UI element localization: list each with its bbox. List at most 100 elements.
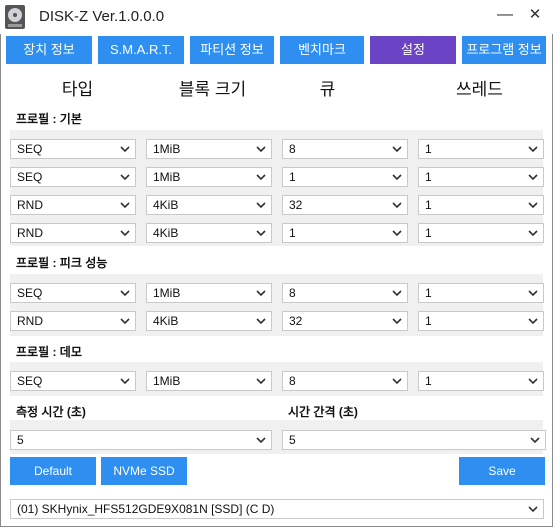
queue-select[interactable]: 8 <box>282 139 408 159</box>
chevron-down-icon <box>120 378 130 385</box>
select-value: (01) SKHynix_HFS512GDE9X081N [SSD] (C D) <box>17 502 275 516</box>
default-button[interactable]: Default <box>10 457 96 485</box>
chevron-down-icon <box>528 290 538 297</box>
select-value: 1 <box>425 170 432 184</box>
select-value: 1MiB <box>153 374 181 388</box>
type-select[interactable]: SEQ <box>10 167 136 187</box>
select-value: 5 <box>17 433 24 447</box>
select-value: RND <box>17 226 43 240</box>
chevron-down-icon <box>392 230 402 237</box>
select-value: 1 <box>425 374 432 388</box>
block-size-select[interactable]: 1MiB <box>146 283 272 303</box>
select-value: RND <box>17 198 43 212</box>
select-value: 8 <box>289 142 296 156</box>
chevron-down-icon <box>392 318 402 325</box>
queue-select[interactable]: 1 <box>282 167 408 187</box>
measure-time-select[interactable]: 5 <box>10 430 272 450</box>
disk-icon <box>5 5 25 29</box>
block-size-select[interactable]: 4KiB <box>146 223 272 243</box>
type-select[interactable]: SEQ <box>10 283 136 303</box>
chevron-down-icon <box>528 202 538 209</box>
profile-section-demo: 프로필 : 데모 <box>10 340 543 362</box>
profile-label: 프로필 : 데모 <box>16 345 82 359</box>
queue-select[interactable]: 32 <box>282 195 408 215</box>
block-size-select[interactable]: 4KiB <box>146 195 272 215</box>
chevron-down-icon <box>120 318 130 325</box>
chevron-down-icon <box>256 230 266 237</box>
chevron-down-icon <box>256 378 266 385</box>
tab-smart[interactable]: S.M.A.R.T. <box>98 36 184 64</box>
chevron-down-icon <box>528 378 538 385</box>
thread-select[interactable]: 1 <box>418 223 544 243</box>
chevron-down-icon <box>120 290 130 297</box>
select-value: 8 <box>289 374 296 388</box>
tab-settings[interactable]: 설정 <box>370 36 456 64</box>
tab-partition[interactable]: 파티션 정보 <box>190 36 274 64</box>
select-value: 1 <box>425 142 432 156</box>
select-value: 1 <box>289 170 296 184</box>
title-bar: DISK-Z Ver.1.0.0.0 — ✕ <box>0 0 553 34</box>
select-value: SEQ <box>17 142 43 156</box>
block-size-select[interactable]: 1MiB <box>146 371 272 391</box>
select-value: 32 <box>289 198 303 212</box>
queue-select[interactable]: 32 <box>282 311 408 331</box>
nvme-ssd-button[interactable]: NVMe SSD <box>101 457 187 485</box>
chevron-down-icon <box>528 230 538 237</box>
select-value: 1 <box>425 198 432 212</box>
thread-select[interactable]: 1 <box>418 371 544 391</box>
chevron-down-icon <box>256 202 266 209</box>
type-select[interactable]: SEQ <box>10 139 136 159</box>
tab-benchmark[interactable]: 벤치마크 <box>280 36 364 64</box>
queue-select[interactable]: 1 <box>282 223 408 243</box>
type-select[interactable]: RND <box>10 223 136 243</box>
window-title: DISK-Z Ver.1.0.0.0 <box>39 8 165 25</box>
type-select[interactable]: RND <box>10 311 136 331</box>
tab-bar: 장치 정보 S.M.A.R.T. 파티션 정보 벤치마크 설정 프로그램 정보 <box>0 36 553 66</box>
select-value: 5 <box>289 433 296 447</box>
tab-program-info[interactable]: 프로그램 정보 <box>462 36 546 64</box>
type-select[interactable]: SEQ <box>10 371 136 391</box>
queue-select[interactable]: 8 <box>282 283 408 303</box>
select-value: 1MiB <box>153 170 181 184</box>
select-value: 1MiB <box>153 142 181 156</box>
chevron-down-icon <box>530 437 540 444</box>
thread-select[interactable]: 1 <box>418 311 544 331</box>
chevron-down-icon <box>528 506 538 513</box>
chevron-down-icon <box>120 174 130 181</box>
chevron-down-icon <box>528 146 538 153</box>
chevron-down-icon <box>256 146 266 153</box>
select-value: 8 <box>289 286 296 300</box>
chevron-down-icon <box>392 290 402 297</box>
interval-time-select[interactable]: 5 <box>282 430 546 450</box>
type-select[interactable]: RND <box>10 195 136 215</box>
save-button[interactable]: Save <box>459 457 545 485</box>
chevron-down-icon <box>528 174 538 181</box>
chevron-down-icon <box>120 202 130 209</box>
select-value: 1 <box>425 314 432 328</box>
chevron-down-icon <box>256 437 266 444</box>
profile-label: 프로필 : 기본 <box>16 112 82 126</box>
select-value: 4KiB <box>153 226 179 240</box>
thread-select[interactable]: 1 <box>418 195 544 215</box>
thread-select[interactable]: 1 <box>418 139 544 159</box>
block-size-select[interactable]: 1MiB <box>146 139 272 159</box>
tab-device-info[interactable]: 장치 정보 <box>6 36 92 64</box>
block-size-select[interactable]: 4KiB <box>146 311 272 331</box>
profile-section-basic: 프로필 : 기본 <box>10 107 543 129</box>
column-header-queue: 큐 <box>319 80 336 99</box>
interval-time-label: 시간 간격 (초) <box>288 405 358 419</box>
measure-time-label: 측정 시간 (초) <box>16 405 86 419</box>
thread-select[interactable]: 1 <box>418 167 544 187</box>
chevron-down-icon <box>392 146 402 153</box>
queue-select[interactable]: 8 <box>282 371 408 391</box>
block-size-select[interactable]: 1MiB <box>146 167 272 187</box>
thread-select[interactable]: 1 <box>418 283 544 303</box>
select-value: 1 <box>289 226 296 240</box>
drive-select[interactable]: (01) SKHynix_HFS512GDE9X081N [SSD] (C D) <box>10 499 544 519</box>
select-value: 1 <box>425 226 432 240</box>
chevron-down-icon <box>392 202 402 209</box>
select-value: SEQ <box>17 170 43 184</box>
select-value: 1 <box>425 286 432 300</box>
minimize-button[interactable]: — <box>492 4 518 26</box>
close-button[interactable]: ✕ <box>522 4 548 26</box>
